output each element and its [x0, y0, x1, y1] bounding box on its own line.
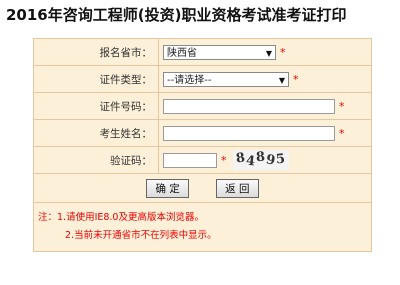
captcha-char: 9	[264, 152, 276, 169]
province-row: 报名省市： 陕西省 ▼ *	[33, 38, 372, 66]
required-mark: *	[293, 72, 299, 86]
captcha-input[interactable]	[163, 152, 217, 168]
id-number-input[interactable]	[163, 98, 335, 114]
captcha-char: 5	[274, 151, 286, 168]
captcha-char: 8	[254, 149, 266, 166]
province-select[interactable]: 陕西省 ▼	[163, 44, 276, 60]
captcha-label: 验证码：	[33, 146, 159, 174]
captcha-image[interactable]: 84895	[232, 149, 289, 170]
id-type-select-value: --请选择--	[167, 74, 212, 86]
required-mark: *	[339, 126, 345, 140]
id-type-row: 证件类型： --请选择-- ▼ *	[33, 65, 372, 93]
required-mark: *	[339, 99, 345, 113]
name-label: 考生姓名：	[33, 119, 159, 147]
note-line-1: 注：1.请使用IE8.0及更高版本浏览器。	[38, 212, 204, 223]
back-button[interactable]: 返 回	[216, 178, 259, 198]
id-type-label: 证件类型：	[33, 65, 159, 93]
captcha-row: 验证码： * 8 4 8 9 5	[33, 146, 372, 174]
chevron-down-icon: ▼	[265, 48, 272, 58]
notes-row: 注：1.请使用IE8.0及更高版本浏览器。 2.当前未开通省市不在列表中显示。	[33, 202, 372, 252]
id-number-label: 证件号码：	[33, 92, 159, 120]
confirm-button[interactable]: 确 定	[146, 178, 189, 198]
captcha-char: 4	[244, 153, 256, 170]
id-type-select[interactable]: --请选择-- ▼	[163, 71, 289, 87]
name-row: 考生姓名： *	[33, 119, 372, 147]
province-label: 报名省市：	[33, 38, 159, 66]
note-line-2: 2.当前未开通省市不在列表中显示。	[65, 230, 217, 241]
name-input[interactable]	[163, 125, 335, 141]
page-title: 2016年咨询工程师(投资)职业资格考试准考证打印	[6, 6, 347, 24]
province-select-value: 陕西省	[167, 47, 197, 59]
captcha-char: 8	[234, 150, 246, 167]
admission-form: 报名省市： 陕西省 ▼ * 证件类型： --请选择-- ▼ * 证件号码： * …	[33, 38, 372, 252]
button-row: 确 定 返 回	[33, 173, 372, 203]
chevron-down-icon: ▼	[278, 75, 285, 85]
required-mark: *	[221, 153, 227, 167]
required-mark: *	[280, 45, 286, 59]
id-number-row: 证件号码： *	[33, 92, 372, 120]
